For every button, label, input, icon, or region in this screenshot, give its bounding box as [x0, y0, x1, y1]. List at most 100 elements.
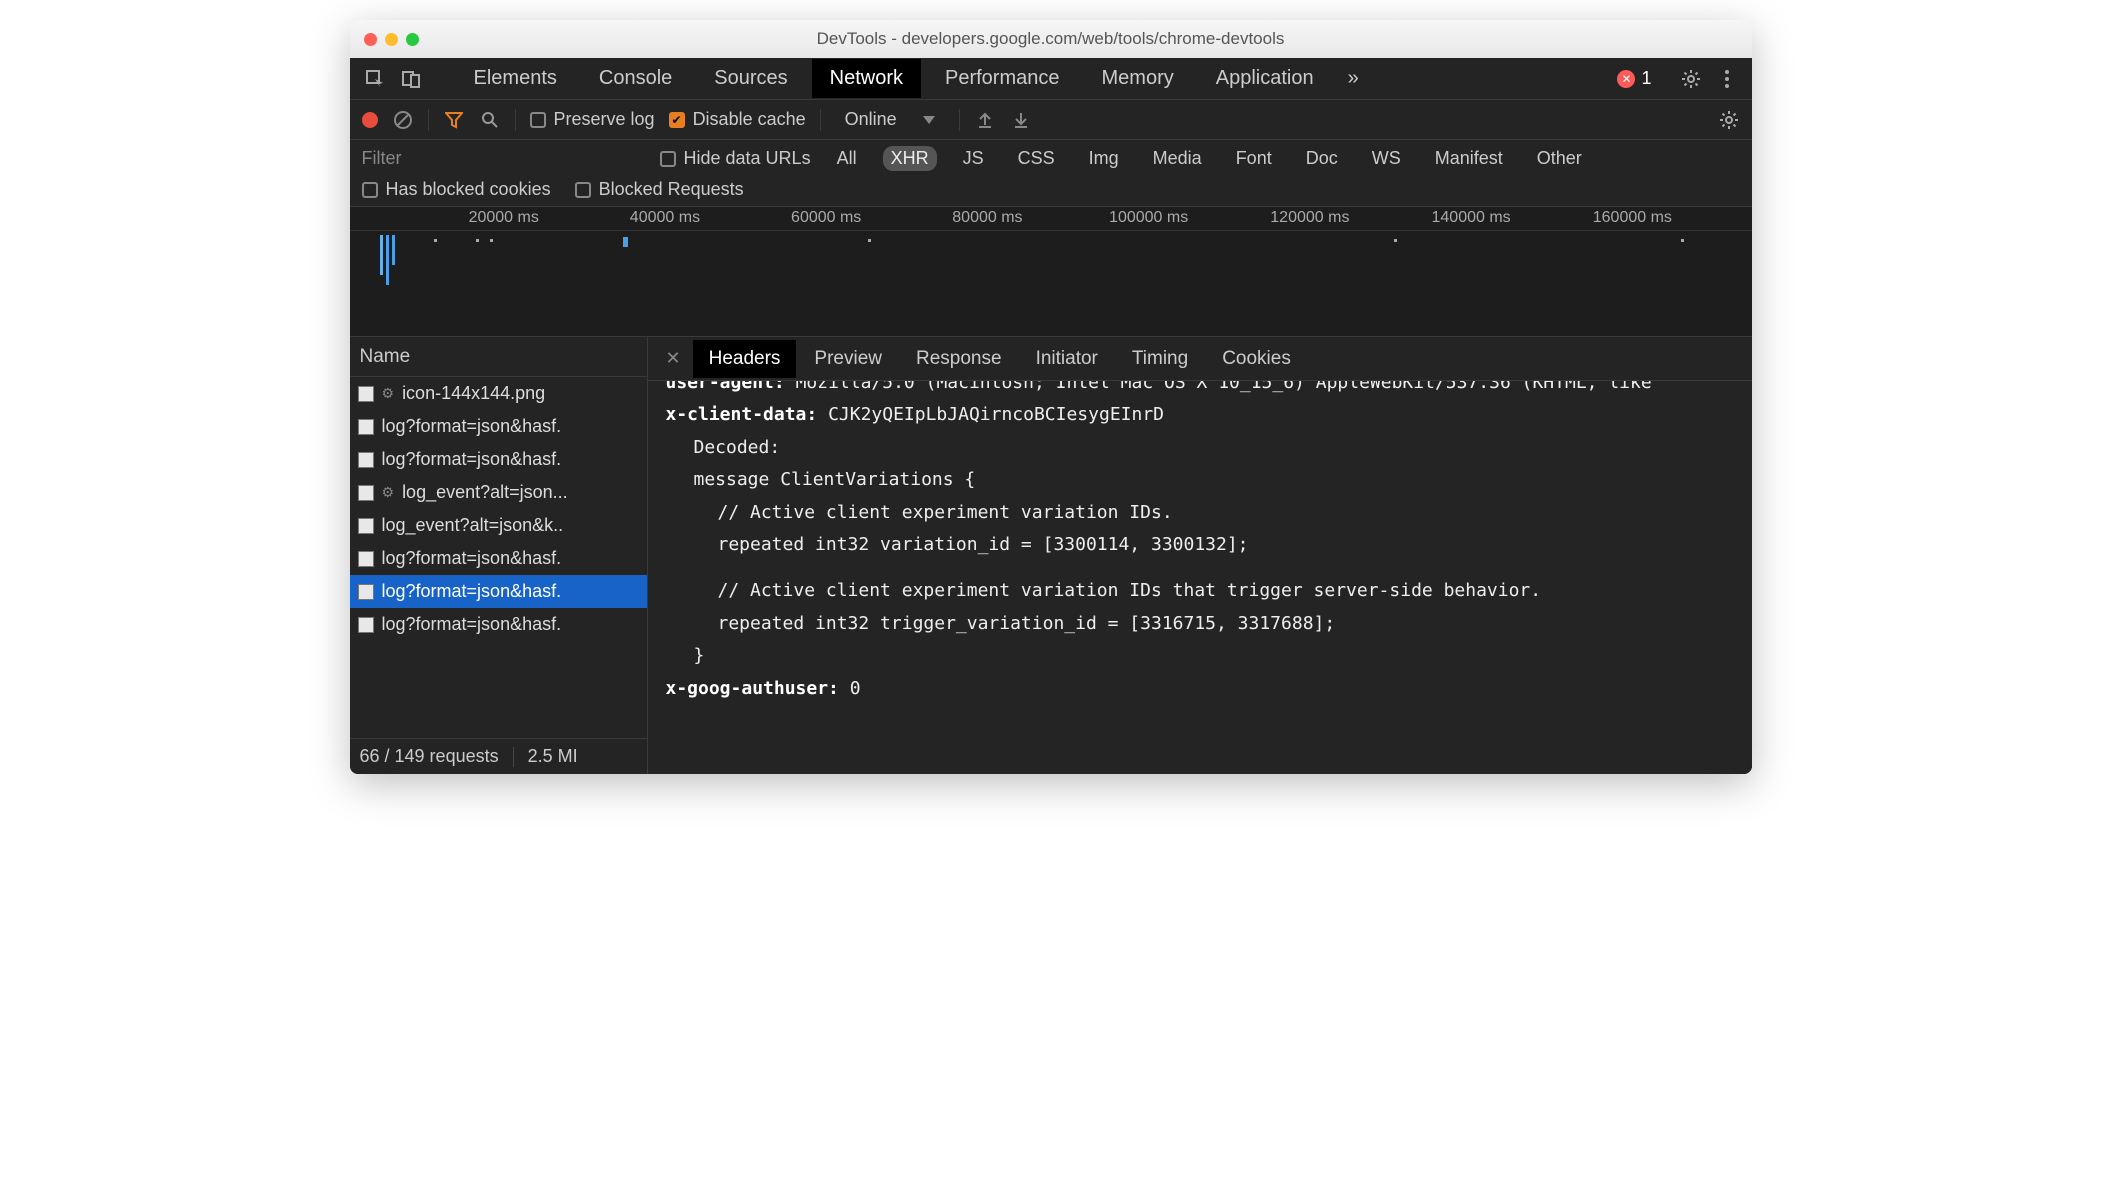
detail-tab-preview[interactable]: Preview: [798, 340, 898, 378]
decoded-line: repeated int32 variation_id = [3300114, …: [666, 529, 1734, 561]
transfer-size: 2.5 MI: [528, 746, 578, 767]
file-icon: [358, 584, 374, 600]
decoded-label: Decoded:: [666, 432, 1734, 464]
decoded-line: // Active client experiment variation ID…: [666, 575, 1734, 607]
zoom-window-button[interactable]: [406, 33, 419, 46]
request-row[interactable]: log?format=json&hasf.: [350, 410, 647, 443]
requests-count: 66 / 149 requests: [360, 746, 499, 767]
decoded-line: repeated int32 trigger_variation_id = [3…: [666, 608, 1734, 640]
tab-sources[interactable]: Sources: [696, 59, 805, 98]
filter-type-js[interactable]: JS: [955, 146, 992, 171]
titlebar: DevTools - developers.google.com/web/too…: [350, 20, 1752, 58]
minimize-window-button[interactable]: [385, 33, 398, 46]
request-row[interactable]: log?format=json&hasf.: [350, 608, 647, 641]
hide-data-urls-checkbox[interactable]: Hide data URLs: [660, 148, 811, 169]
gear-icon: ⚙: [382, 385, 395, 402]
tab-elements[interactable]: Elements: [456, 59, 575, 98]
filter-input[interactable]: Filter: [362, 148, 642, 169]
error-count[interactable]: ✕ 1: [1617, 68, 1651, 89]
filter-icon[interactable]: [443, 111, 465, 129]
filter-type-css[interactable]: CSS: [1010, 146, 1063, 171]
request-list: ⚙ icon-144x144.png log?format=json&hasf. lo…: [350, 377, 647, 738]
throttling-value: Online: [845, 109, 897, 130]
request-row[interactable]: log?format=json&hasf.: [350, 443, 647, 476]
close-window-button[interactable]: [364, 33, 377, 46]
throttling-dropdown[interactable]: Online: [835, 109, 945, 130]
request-name: icon-144x144.png: [402, 383, 545, 404]
request-row[interactable]: ⚙ icon-144x144.png: [350, 377, 647, 410]
request-row[interactable]: ⚙log_event?alt=json...: [350, 476, 647, 509]
file-icon: [358, 617, 374, 633]
devtools-panel: Elements Console Sources Network Perform…: [350, 58, 1752, 774]
request-name: log?format=json&hasf.: [382, 449, 562, 470]
main-tab-bar: Elements Console Sources Network Perform…: [350, 58, 1752, 100]
tab-performance[interactable]: Performance: [927, 59, 1078, 98]
headers-content: user-agent: Mozilla/5.0 (Macintosh; Inte…: [648, 381, 1752, 774]
filter-type-other[interactable]: Other: [1529, 146, 1590, 171]
tab-network[interactable]: Network: [812, 59, 921, 98]
tab-memory[interactable]: Memory: [1084, 59, 1192, 98]
filter-type-xhr[interactable]: XHR: [883, 146, 937, 171]
chevron-down-icon: [923, 116, 935, 124]
network-settings-icon[interactable]: [1718, 110, 1740, 130]
decoded-line: }: [666, 640, 1734, 672]
filter-type-manifest[interactable]: Manifest: [1427, 146, 1511, 171]
error-count-value: 1: [1641, 68, 1651, 89]
filter-type-media[interactable]: Media: [1145, 146, 1210, 171]
request-detail-panel: ✕ Headers Preview Response Initiator Tim…: [648, 337, 1752, 774]
header-x-goog-authuser: x-goog-authuser: 0: [666, 673, 1734, 705]
tab-console[interactable]: Console: [581, 59, 690, 98]
header-x-client-data: x-client-data: CJK2yQEIpLbJAQirncoBCIesy…: [666, 399, 1734, 431]
disable-cache-label: Disable cache: [693, 109, 806, 130]
file-icon: [358, 386, 374, 402]
filter-type-all[interactable]: All: [829, 146, 865, 171]
filter-type-doc[interactable]: Doc: [1298, 146, 1346, 171]
detail-tab-response[interactable]: Response: [900, 340, 1018, 378]
request-name: log_event?alt=json&k..: [382, 515, 564, 536]
filter-type-img[interactable]: Img: [1081, 146, 1127, 171]
window-title: DevTools - developers.google.com/web/too…: [350, 29, 1752, 49]
inspect-element-icon[interactable]: [360, 64, 390, 94]
devtools-window: DevTools - developers.google.com/web/too…: [350, 20, 1752, 774]
waterfall-overview[interactable]: 20000 ms 40000 ms 60000 ms 80000 ms 1000…: [350, 207, 1752, 337]
content-area: Name ⚙ icon-144x144.png log?format=json&ha…: [350, 337, 1752, 774]
blocked-requests-checkbox[interactable]: Blocked Requests: [575, 179, 744, 200]
request-list-header[interactable]: Name: [350, 337, 647, 377]
request-list-panel: Name ⚙ icon-144x144.png log?format=json&ha…: [350, 337, 648, 774]
error-icon: ✕: [1617, 70, 1635, 88]
search-icon[interactable]: [479, 111, 501, 129]
file-icon: [358, 551, 374, 567]
download-har-icon[interactable]: [1010, 111, 1032, 129]
file-icon: [358, 518, 374, 534]
request-row[interactable]: log?format=json&hasf.: [350, 542, 647, 575]
has-blocked-cookies-checkbox[interactable]: Has blocked cookies: [362, 179, 551, 200]
header-user-agent: user-agent: Mozilla/5.0 (Macintosh; Inte…: [666, 381, 1734, 399]
detail-tab-cookies[interactable]: Cookies: [1206, 340, 1307, 378]
detail-tab-timing[interactable]: Timing: [1116, 340, 1204, 378]
filter-type-ws[interactable]: WS: [1364, 146, 1409, 171]
request-name: log?format=json&hasf.: [382, 416, 562, 437]
kebab-menu-icon[interactable]: [1712, 64, 1742, 94]
request-row[interactable]: log?format=json&hasf.: [350, 575, 647, 608]
tab-application[interactable]: Application: [1198, 59, 1332, 98]
upload-har-icon[interactable]: [974, 111, 996, 129]
request-name: log?format=json&hasf.: [382, 548, 562, 569]
request-row[interactable]: log_event?alt=json&k..: [350, 509, 647, 542]
preserve-log-checkbox[interactable]: Preserve log: [530, 109, 655, 130]
more-tabs-button[interactable]: »: [1338, 59, 1369, 98]
request-name: log?format=json&hasf.: [382, 614, 562, 635]
clear-icon[interactable]: [392, 110, 414, 130]
disable-cache-checkbox[interactable]: ✔ Disable cache: [669, 109, 806, 130]
file-icon: [358, 485, 374, 501]
settings-icon[interactable]: [1676, 64, 1706, 94]
filter-type-font[interactable]: Font: [1228, 146, 1280, 171]
record-button[interactable]: [362, 112, 378, 128]
decoded-line: message ClientVariations {: [666, 464, 1734, 496]
request-list-footer: 66 / 149 requests 2.5 MI: [350, 738, 647, 774]
decoded-line: // Active client experiment variation ID…: [666, 497, 1734, 529]
close-detail-button[interactable]: ✕: [656, 348, 691, 369]
device-toolbar-icon[interactable]: [396, 64, 426, 94]
detail-tab-initiator[interactable]: Initiator: [1020, 340, 1114, 378]
detail-tab-headers[interactable]: Headers: [693, 340, 797, 378]
gear-icon: ⚙: [382, 484, 395, 501]
